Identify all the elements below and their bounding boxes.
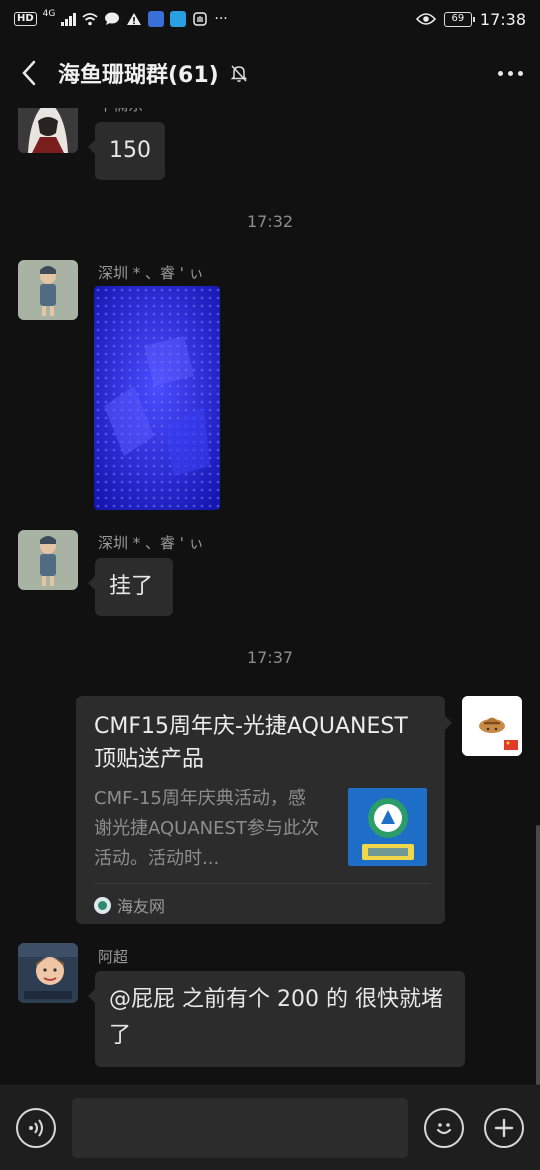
eye-icon bbox=[415, 13, 436, 25]
message-input[interactable] bbox=[72, 1098, 408, 1158]
sender-name: 深圳 * 、睿 ' ぃ bbox=[98, 264, 204, 282]
link-card-description: CMF-15周年庆典活动，感谢光捷AQUANEST参与此次活动。活动时... bbox=[94, 788, 319, 869]
sender-name: 深圳 * 、睿 ' ぃ bbox=[98, 534, 204, 552]
timestamp: 17:32 bbox=[246, 212, 294, 231]
voice-icon bbox=[29, 1119, 43, 1137]
voice-button[interactable] bbox=[16, 1108, 56, 1148]
link-card[interactable]: CMF15周年庆-光捷AQUANEST顶贴送产品 CMF-15周年庆典活动，感谢… bbox=[76, 696, 452, 924]
message-list[interactable]: 牟楠东 150 17:32 深圳 * 、睿 ' ぃ 深圳 * 、睿 ' ぃ 挂了… bbox=[0, 100, 540, 1085]
network-type: 4G bbox=[42, 9, 56, 19]
hand-icon bbox=[193, 12, 208, 26]
signal-icon bbox=[61, 12, 77, 26]
scrollbar[interactable] bbox=[536, 825, 540, 1085]
status-bar: HD 4G ··· 69 17:38 bbox=[0, 0, 540, 38]
source-logo-icon bbox=[94, 896, 111, 914]
hd-badge: HD bbox=[14, 12, 37, 26]
emoji-button[interactable] bbox=[424, 1108, 464, 1148]
avatar[interactable] bbox=[18, 260, 78, 320]
plus-icon bbox=[494, 1118, 514, 1138]
add-button[interactable] bbox=[484, 1108, 524, 1148]
back-button[interactable] bbox=[0, 38, 58, 108]
source-name: 海友网 bbox=[117, 897, 166, 916]
warning-icon bbox=[127, 13, 142, 25]
my-avatar[interactable] bbox=[462, 696, 522, 756]
chevron-left-icon bbox=[22, 60, 36, 86]
chat-title: 海鱼珊瑚群(61) bbox=[58, 63, 219, 88]
divider bbox=[94, 883, 431, 884]
message-bubble[interactable]: @屁屁 之前有个 200 的 很快就堵了 bbox=[88, 971, 465, 1067]
avatar[interactable] bbox=[18, 530, 78, 590]
more-notifications-icon: ··· bbox=[214, 11, 228, 27]
chat-header: 海鱼珊瑚群(61) bbox=[0, 38, 540, 108]
more-options-button[interactable] bbox=[480, 38, 540, 108]
sender-name: 阿超 bbox=[98, 948, 129, 966]
timestamp: 17:37 bbox=[246, 648, 294, 667]
app-notification-icon bbox=[148, 11, 165, 27]
input-bar bbox=[0, 1085, 540, 1170]
emoji-icon bbox=[436, 1123, 452, 1135]
mute-bell-icon bbox=[230, 65, 248, 82]
message-bubble[interactable]: 150 bbox=[88, 122, 165, 180]
wifi-icon bbox=[82, 13, 98, 26]
battery-indicator: 69 bbox=[443, 11, 475, 27]
message-bubble[interactable]: 挂了 bbox=[88, 558, 173, 616]
image-message[interactable] bbox=[94, 286, 220, 510]
chat-notification-icon bbox=[105, 12, 120, 25]
link-card-title: CMF15周年庆-光捷AQUANEST顶贴送产品 bbox=[94, 714, 408, 772]
avatar[interactable] bbox=[18, 943, 78, 1003]
link-card-source: 海友网 bbox=[94, 893, 165, 917]
link-card-thumbnail bbox=[348, 788, 427, 866]
status-time: 17:38 bbox=[479, 9, 526, 29]
app-notification-icon bbox=[170, 11, 187, 27]
